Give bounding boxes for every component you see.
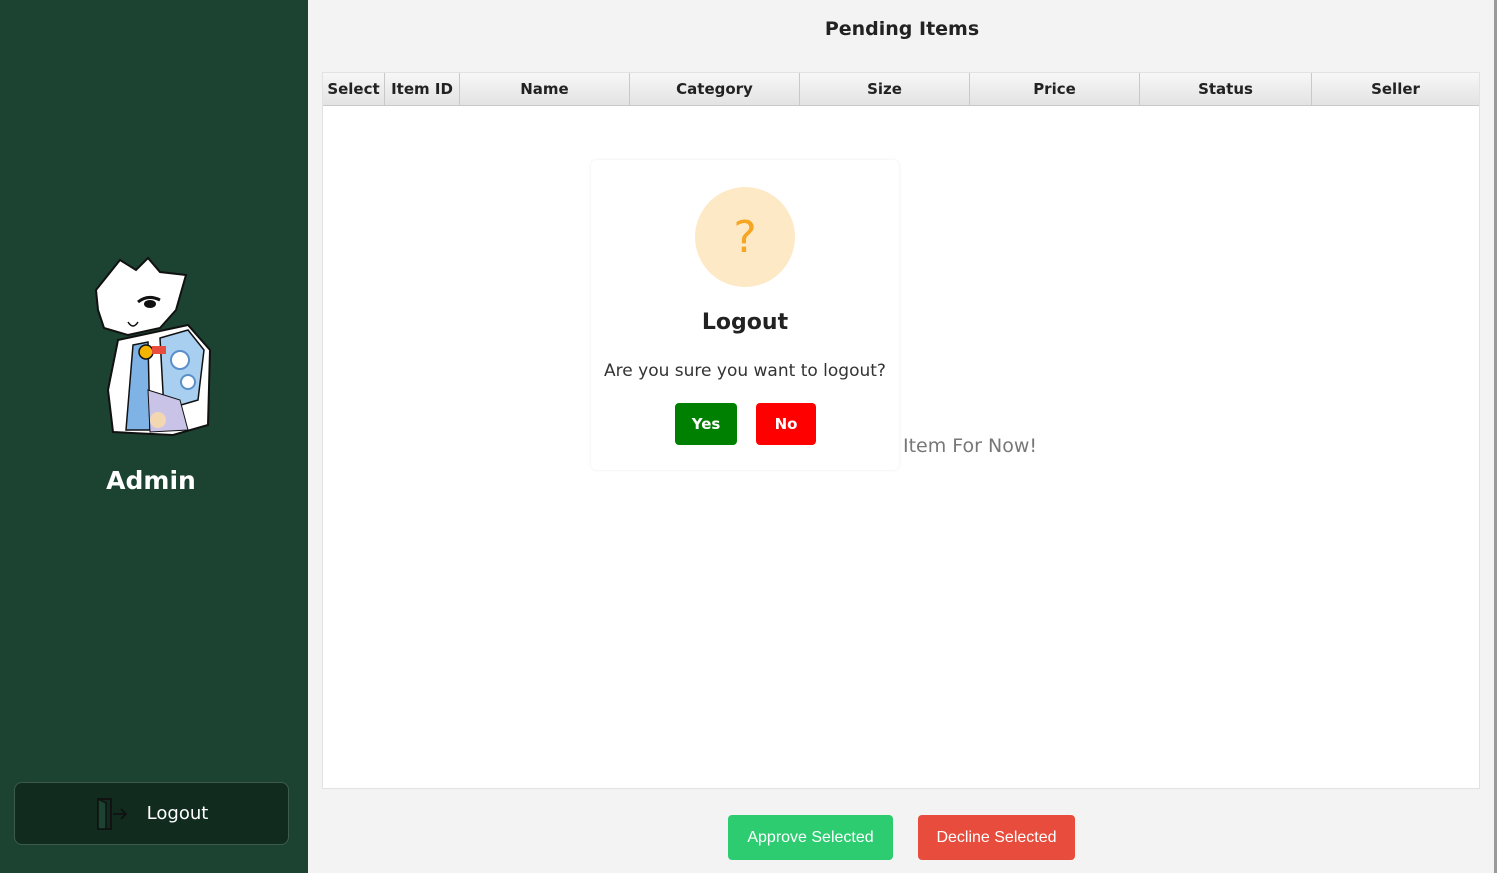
column-header-select[interactable]: Select	[323, 73, 385, 106]
admin-name: Admin	[106, 466, 196, 495]
approve-selected-button[interactable]: Approve Selected	[728, 815, 893, 860]
sidebar: Admin Logout	[0, 0, 308, 873]
column-header-price[interactable]: Price	[970, 73, 1140, 106]
empty-table-message: Item For Now!	[903, 435, 1038, 457]
column-header-item-id[interactable]: Item ID	[385, 73, 460, 106]
column-header-name[interactable]: Name	[460, 73, 630, 106]
pending-items-table: Select Item ID Name Category Size Price …	[322, 72, 1480, 789]
column-header-seller[interactable]: Seller	[1312, 73, 1479, 106]
yes-button[interactable]: Yes	[675, 403, 737, 445]
dialog-title: Logout	[701, 310, 789, 335]
decline-selected-button[interactable]: Decline Selected	[918, 815, 1075, 860]
door-exit-icon	[96, 797, 127, 830]
column-header-size[interactable]: Size	[800, 73, 970, 106]
question-icon: ?	[695, 187, 795, 287]
avatar	[88, 250, 218, 445]
page-title: Pending Items	[824, 18, 980, 40]
logout-label: Logout	[146, 803, 209, 824]
column-header-status[interactable]: Status	[1140, 73, 1312, 106]
table-header: Select Item ID Name Category Size Price …	[323, 73, 1479, 106]
column-header-category[interactable]: Category	[630, 73, 800, 106]
dialog-message: Are you sure you want to logout?	[604, 361, 886, 381]
logout-button[interactable]: Logout	[14, 782, 289, 845]
app-window: Admin Logout Pending Items Select Item I…	[0, 0, 1497, 873]
logout-confirm-dialog: ? Logout Are you sure you want to logout…	[591, 160, 899, 470]
goat-mascot-icon	[94, 256, 212, 437]
no-button[interactable]: No	[756, 403, 816, 445]
